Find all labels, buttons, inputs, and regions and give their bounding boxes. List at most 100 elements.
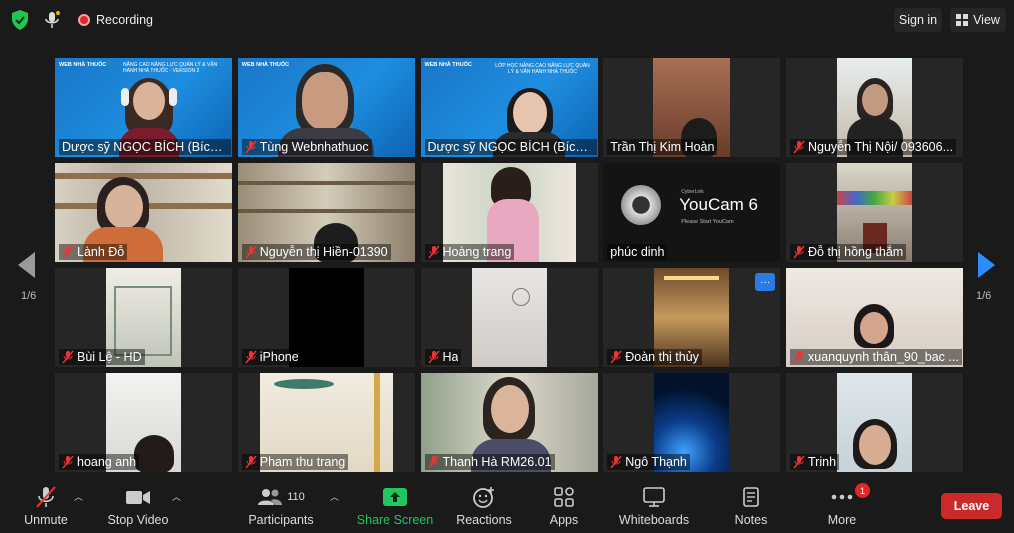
participant-tile[interactable]: WEB NHÀ THUỐC Tùng Webnhathuoc	[237, 58, 415, 157]
participant-face	[512, 92, 547, 134]
whiteboards-button[interactable]: Whiteboards	[617, 484, 691, 527]
participant-name: iPhone	[259, 350, 299, 364]
participant-tile-active-speaker[interactable]: WEB NHÀ THUỐC LỚP HỌC NÂNG CAO NĂNG LỰC …	[420, 58, 598, 157]
page-indicator-right: 1/6	[976, 290, 992, 302]
recording-dot-icon	[78, 14, 90, 26]
participant-tile[interactable]: hoang anh	[55, 373, 232, 472]
participant-name-tag: iPhone	[241, 349, 302, 365]
muted-mic-icon	[245, 245, 257, 259]
participant-person	[134, 435, 174, 472]
participant-name: Pham thu trang	[259, 455, 346, 469]
wall-trim	[373, 373, 380, 472]
participant-tile[interactable]: Ha	[420, 268, 598, 367]
muted-mic-icon	[610, 350, 622, 364]
participant-name-tag: Hoàng trang	[424, 244, 515, 260]
participant-name-tag: Bùi Lệ - HD	[59, 349, 145, 365]
participants-options-chevron-icon[interactable]: ︿	[330, 490, 339, 503]
leave-button[interactable]: Leave	[941, 493, 1002, 519]
notes-label: Notes	[734, 513, 768, 527]
participant-tile[interactable]: Nguyễn thị Hiền-01390	[237, 163, 415, 262]
participant-name-tag: Ha	[424, 349, 462, 365]
stop-video-button[interactable]: Stop Video	[106, 484, 170, 527]
recording-indicator[interactable]: Recording	[72, 8, 159, 32]
previous-page-arrow-icon[interactable]	[18, 252, 35, 278]
participant-tile[interactable]: YouCam 6 CyberLink Please Start YouCam p…	[603, 163, 781, 262]
participant-tile[interactable]: Bùi Lệ - HD	[55, 268, 232, 367]
shelf-products	[837, 191, 912, 205]
share-screen-button[interactable]: Share Screen	[356, 484, 434, 527]
audio-options-chevron-icon[interactable]: ︿	[74, 490, 83, 503]
view-button[interactable]: View	[950, 8, 1006, 32]
participant-name: phúc dinh	[610, 245, 665, 259]
participant-tile[interactable]: Lành Đỗ	[55, 163, 232, 262]
reactions-label: Reactions	[456, 513, 512, 527]
muted-mic-icon	[62, 455, 74, 469]
audio-status-icon[interactable]	[42, 9, 62, 31]
tile-more-options-button[interactable]: ···	[755, 273, 776, 291]
participant-tile[interactable]: WEB NHÀ THUỐC NÂNG CAO NĂNG LỰC QUẢN LÝ …	[55, 58, 232, 157]
participant-tile[interactable]: Đỗ thị hồng thắm	[786, 163, 963, 262]
security-shield-icon[interactable]	[10, 9, 30, 31]
apps-icon	[554, 487, 574, 507]
participant-name: Trần Thị Kim Hoàn	[610, 140, 715, 154]
unmute-button[interactable]: Unmute	[22, 484, 70, 527]
share-screen-icon	[383, 488, 407, 506]
participant-face	[301, 72, 348, 130]
participant-name-tag: phúc dinh	[607, 244, 668, 260]
participant-tile[interactable]: ··· Đoàn thị thủy	[603, 268, 781, 367]
reactions-smiley-icon	[473, 487, 494, 508]
slide-brand: WEB NHÀ THUỐC	[241, 62, 290, 68]
participants-button[interactable]: 110 Participants	[248, 484, 314, 527]
participant-face	[860, 312, 888, 344]
muted-mic-icon	[610, 455, 622, 469]
more-dots-icon	[831, 494, 853, 500]
recording-label: Recording	[96, 13, 153, 27]
participant-tile[interactable]: iPhone	[237, 268, 415, 367]
participant-tile[interactable]: Trần Thị Kim Hoàn	[603, 58, 781, 157]
muted-mic-icon	[245, 140, 257, 154]
participant-name: Nguyễn Thị Nội/ 093606...	[808, 140, 954, 154]
muted-mic-icon	[427, 350, 440, 364]
video-gallery: WEB NHÀ THUỐC NÂNG CAO NĂNG LỰC QUẢN LÝ …	[55, 58, 963, 472]
notes-button[interactable]: Notes	[730, 484, 772, 527]
youcam-brand: YouCam 6	[679, 195, 759, 214]
participant-name-tag: Đỗ thị hồng thắm	[790, 244, 907, 260]
share-screen-label: Share Screen	[356, 513, 434, 527]
participant-name: Dược sỹ NGỌC BÍCH (Bích ...	[427, 140, 594, 154]
unmute-label: Unmute	[24, 513, 68, 527]
next-page-arrow-icon[interactable]	[978, 252, 995, 278]
participant-name-tag: Trinh	[790, 454, 840, 470]
participant-tile[interactable]: Thanh Hà RM26.01	[420, 373, 598, 472]
top-bar: Recording Sign in View	[0, 0, 1014, 40]
participant-tile[interactable]: Pham thu trang	[237, 373, 415, 472]
participant-tile[interactable]: Trinh	[786, 373, 963, 472]
reactions-button[interactable]: Reactions	[455, 484, 513, 527]
participant-name-tag: Lành Đỗ	[59, 244, 128, 260]
participant-tile[interactable]: Ngô Thạnh	[603, 373, 781, 472]
participant-tile[interactable]: xuanquynh thân_90_bac ...	[786, 268, 963, 367]
participant-name: Đỗ thị hồng thắm	[808, 245, 904, 259]
participants-count: 110	[287, 491, 305, 503]
muted-mic-icon	[793, 455, 805, 469]
ceiling-lights	[664, 276, 720, 280]
video-options-chevron-icon[interactable]: ︿	[172, 490, 181, 503]
slide-brand: WEB NHÀ THUỐC	[424, 62, 472, 68]
slide-title: LỚP HỌC NÂNG CAO NĂNG LỰC QUẢN LÝ & VẬN …	[495, 63, 590, 75]
participant-name-tag: Nguyễn Thị Nội/ 093606...	[790, 139, 957, 155]
participant-face	[105, 185, 143, 229]
apps-button[interactable]: Apps	[546, 484, 582, 527]
participant-face	[859, 425, 891, 465]
participant-name: Tùng Webnhathuoc	[259, 140, 369, 154]
slide-brand: WEB NHÀ THUỐC	[59, 62, 107, 68]
youcam-maker: CyberLink	[681, 189, 704, 195]
participant-face	[862, 84, 888, 116]
sign-in-button[interactable]: Sign in	[894, 8, 942, 32]
notes-icon	[743, 487, 759, 507]
muted-mic-icon	[793, 140, 805, 154]
participant-name: Đoàn thị thủy	[625, 350, 699, 364]
participant-tile[interactable]: Nguyễn Thị Nội/ 093606...	[786, 58, 963, 157]
participant-tile[interactable]: Hoàng trang	[420, 163, 598, 262]
participant-name: Trinh	[808, 455, 837, 469]
ceiling-fan	[273, 379, 334, 389]
muted-mic-icon	[793, 245, 805, 259]
